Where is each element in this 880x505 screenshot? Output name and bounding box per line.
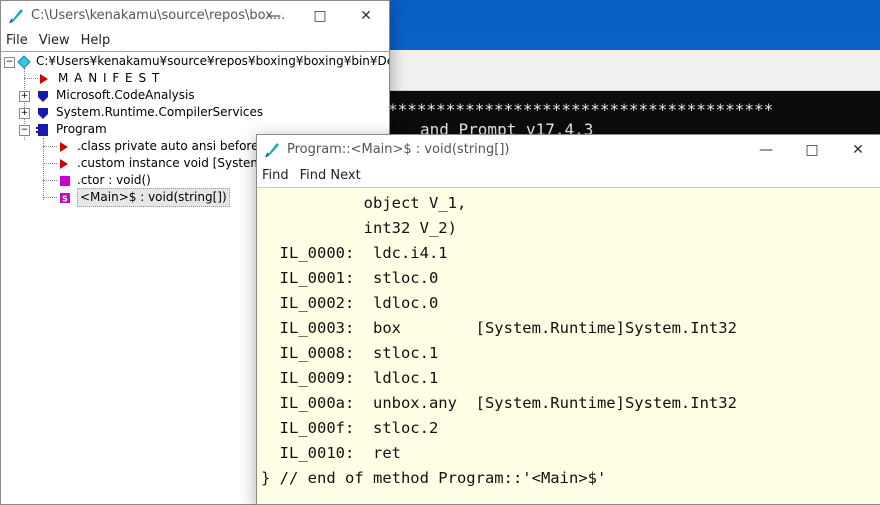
expand-toggle[interactable]: + [19, 108, 30, 119]
tree-item-manifest[interactable]: M A N I F E S T [39, 70, 160, 87]
il-code-view[interactable]: object V_1, int32 V_2) IL_0000: ldc.i4.1… [257, 187, 880, 504]
declaration-arrow-icon [60, 158, 68, 169]
namespace-shield-icon [38, 90, 48, 102]
menu-help[interactable]: Help [76, 33, 117, 48]
tree-connector [43, 197, 57, 198]
code-line: IL_0003: box [System.Runtime]System.Int3… [261, 319, 737, 337]
cmd-banner-line: **************************************** [388, 100, 774, 119]
tree-connector [24, 78, 38, 79]
method-square-icon [60, 175, 70, 186]
collapse-toggle[interactable]: − [4, 57, 15, 68]
close-button[interactable]: ✕ [835, 135, 880, 164]
tree-root-label: C:¥Users¥kenakamu¥source¥repos¥boxing¥bo… [36, 54, 389, 68]
command-prompt-titlebar[interactable] [380, 50, 880, 91]
tree-item-code-analysis[interactable]: Microsoft.CodeAnalysis [36, 87, 195, 104]
declaration-arrow-icon [60, 141, 68, 152]
il-window-title: Program::<Main>$ : void(string[]) [287, 142, 510, 157]
tree-item-ctor-label: .ctor : void() [77, 173, 151, 187]
tree-connector [43, 138, 44, 200]
minimize-button[interactable]: — [251, 1, 297, 30]
assembly-diamond-icon [17, 54, 31, 69]
tree-item-code-analysis-label: Microsoft.CodeAnalysis [56, 88, 195, 102]
code-line: IL_000a: unbox.any [System.Runtime]Syste… [261, 394, 737, 412]
minimize-icon: — [759, 141, 773, 158]
tree-window-titlebar[interactable]: C:\Users\kenakamu\source\repos\box... — … [1, 1, 389, 30]
static-method-icon: S [60, 192, 70, 203]
tree-window-title: C:\Users\kenakamu\source\repos\box... [31, 8, 286, 23]
minimize-icon: — [267, 7, 281, 24]
minimize-button[interactable]: — [743, 135, 789, 164]
tree-connector [43, 163, 57, 164]
close-icon: ✕ [852, 141, 864, 158]
tree-connector [43, 146, 57, 147]
code-line: IL_0009: ldloc.1 [261, 369, 439, 387]
tree-item-compiler-services-label: System.Runtime.CompilerServices [56, 105, 264, 119]
manifest-arrow-icon [40, 73, 48, 84]
il-menubar: Find Find Next [257, 164, 880, 186]
il-window-titlebar[interactable]: Program::<Main>$ : void(string[]) — □ ✕ [257, 135, 880, 164]
tree-item-compiler-services[interactable]: System.Runtime.CompilerServices [36, 104, 263, 121]
menu-find-next[interactable]: Find Next [295, 168, 367, 183]
expand-toggle[interactable]: + [19, 91, 30, 102]
maximize-icon: □ [805, 141, 819, 158]
tree-item-program-label: Program [56, 122, 107, 136]
menu-find[interactable]: Find [257, 168, 295, 183]
tree-item-program[interactable]: Program [36, 121, 107, 138]
code-line: IL_0002: ldloc.0 [261, 294, 439, 312]
class-icon [36, 123, 48, 136]
maximize-button[interactable]: □ [297, 1, 343, 30]
close-icon: ✕ [360, 7, 372, 24]
tree-menubar: File View Help [1, 30, 389, 50]
tree-item-main[interactable]: S <Main>$ : void(string[]) [59, 188, 230, 207]
code-line: IL_0000: ldc.i4.1 [261, 244, 448, 262]
code-line: int32 V_2) [261, 219, 457, 237]
namespace-shield-icon [38, 107, 48, 119]
code-line: IL_000f: stloc.2 [261, 419, 439, 437]
code-line: } // end of method Program::'<Main>$' [261, 469, 607, 487]
code-line: object V_1, [261, 194, 467, 212]
tree-item-manifest-label: M A N I F E S T [58, 71, 161, 85]
maximize-button[interactable]: □ [789, 135, 835, 164]
menu-view[interactable]: View [34, 33, 76, 48]
code-line: IL_0008: stloc.1 [261, 344, 439, 362]
collapse-toggle[interactable]: − [19, 125, 30, 136]
quill-icon [265, 142, 279, 157]
maximize-icon: □ [313, 7, 327, 24]
code-line: IL_0001: stloc.0 [261, 269, 439, 287]
svg-text:S: S [62, 194, 68, 203]
close-button[interactable]: ✕ [343, 1, 389, 30]
tree-root[interactable]: C:¥Users¥kenakamu¥source¥repos¥boxing¥bo… [17, 53, 389, 70]
tree-item-main-label: <Main>$ : void(string[]) [77, 188, 230, 207]
tree-connector [43, 180, 57, 181]
quill-icon [9, 8, 23, 23]
code-line: IL_0010: ret [261, 444, 401, 462]
tree-item-ctor[interactable]: .ctor : void() [59, 172, 151, 189]
il-code-window[interactable]: Program::<Main>$ : void(string[]) — □ ✕ … [256, 134, 880, 505]
menu-file[interactable]: File [1, 33, 34, 48]
